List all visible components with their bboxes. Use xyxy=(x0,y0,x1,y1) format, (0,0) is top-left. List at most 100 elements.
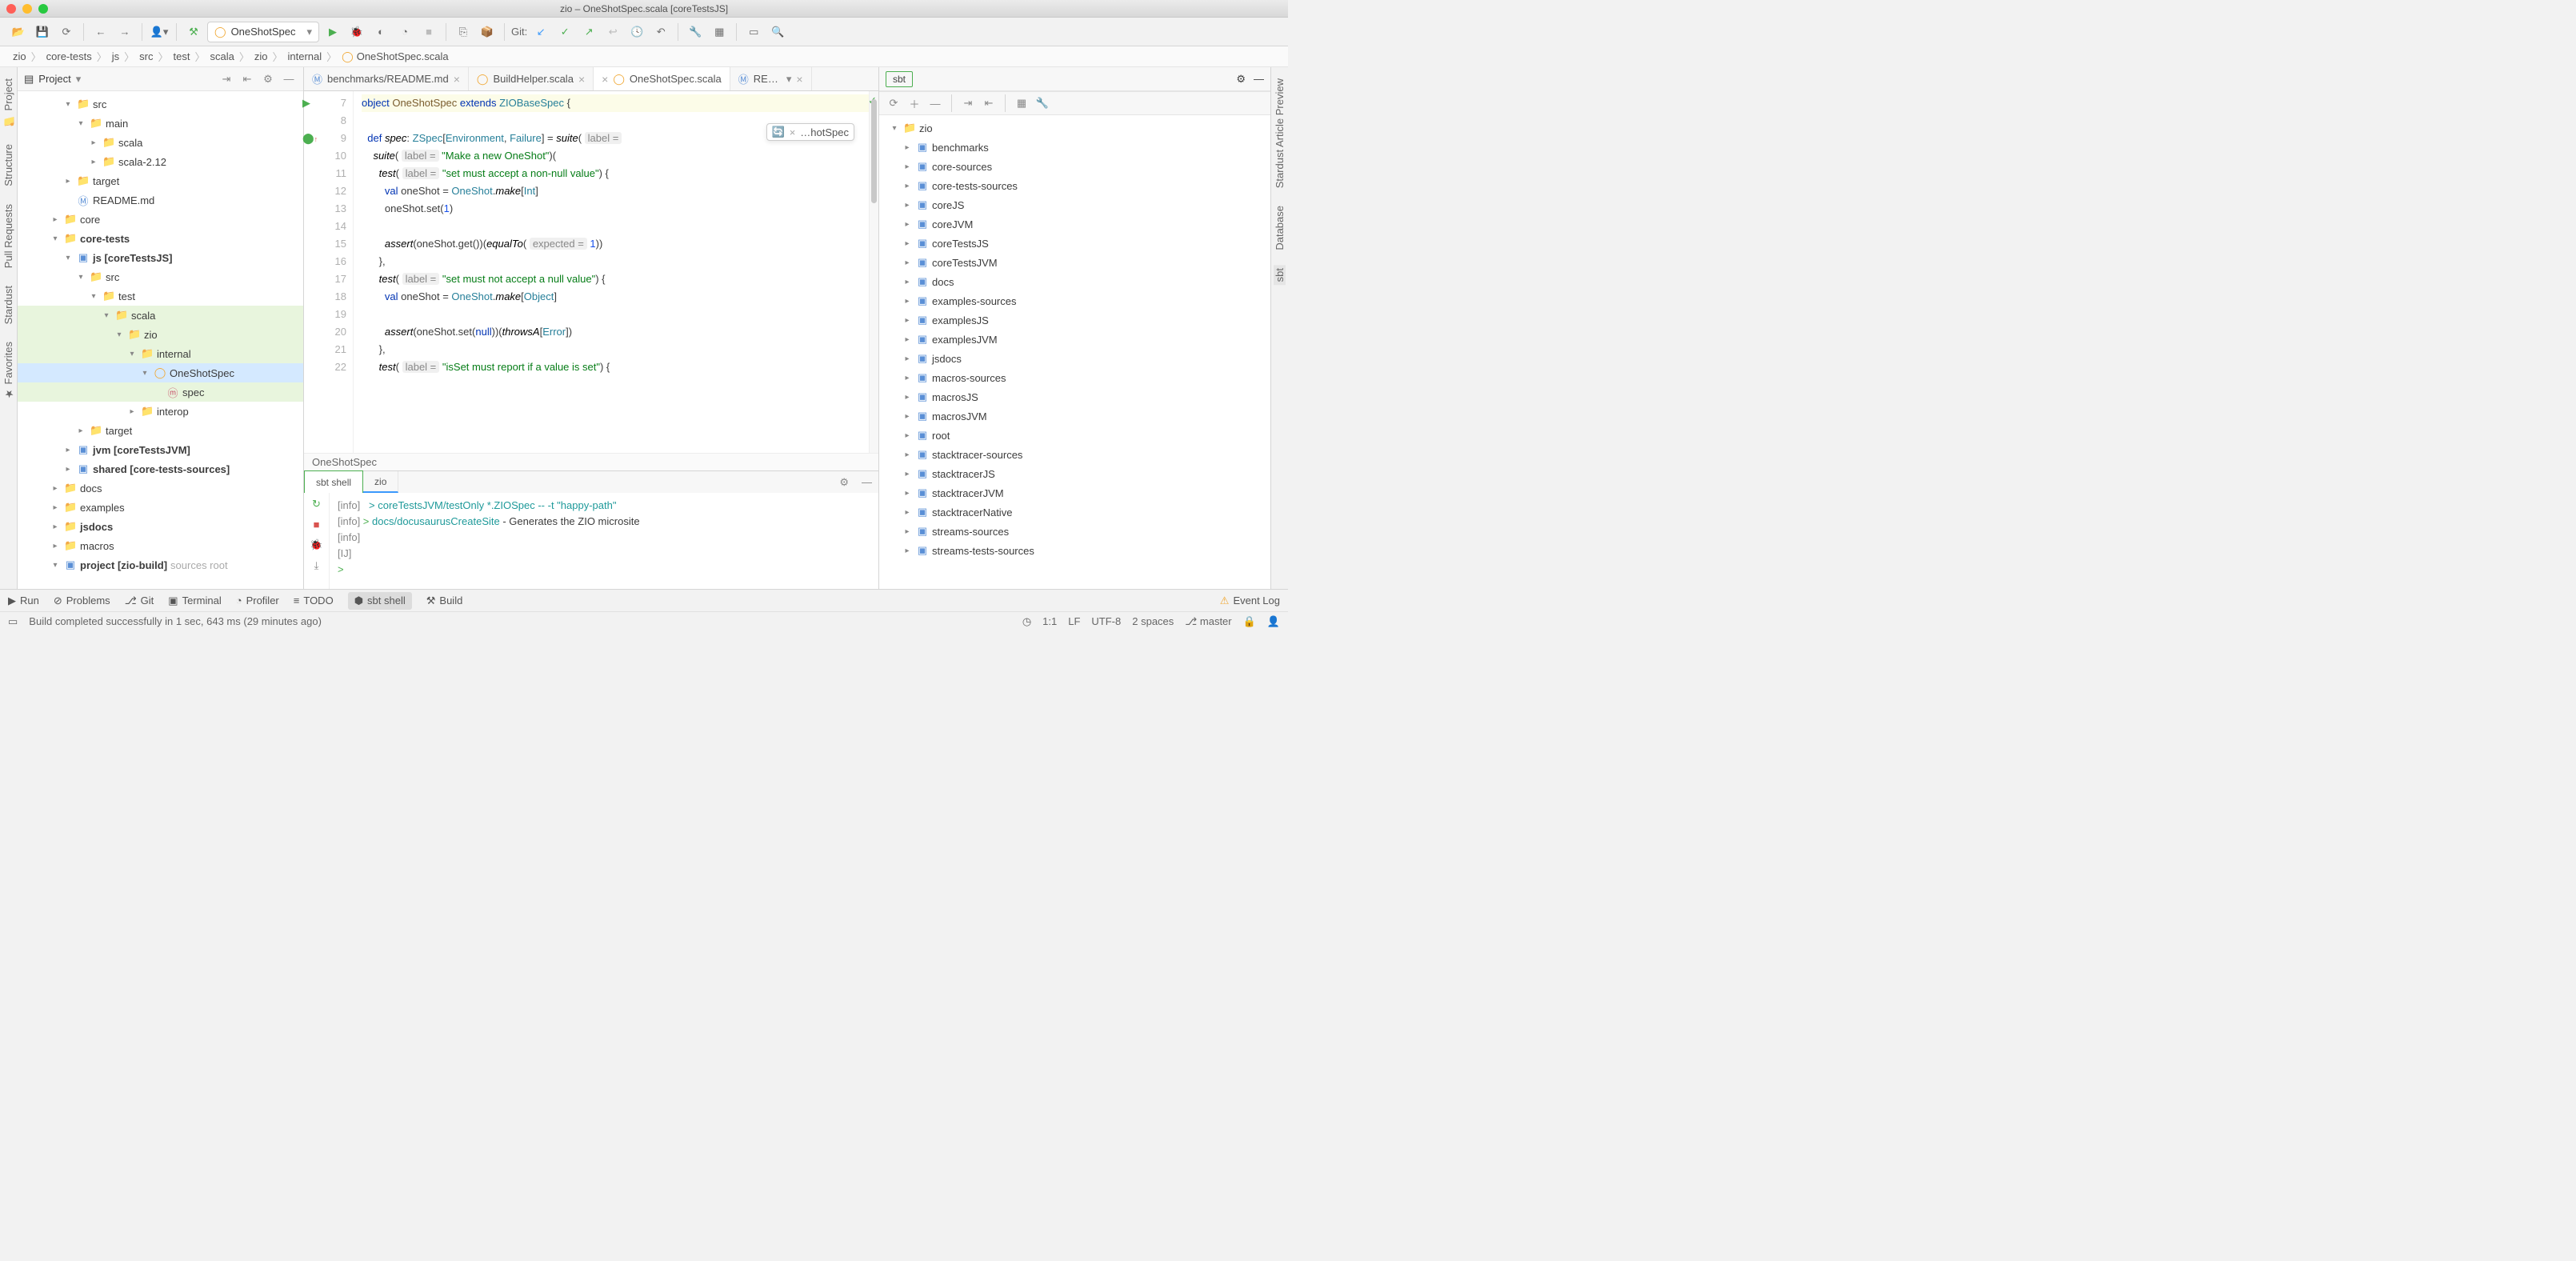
tree-node[interactable]: ▸▣coreTestsJS xyxy=(879,234,1270,253)
tree-node[interactable]: ▸▣stacktracer-sources xyxy=(879,445,1270,464)
notifications-icon[interactable]: 👤 xyxy=(1267,615,1280,628)
sbtshell-toolwindow[interactable]: ⬢ sbt shell xyxy=(348,592,412,610)
editor-tab[interactable]: ×◯OneShotSpec.scala xyxy=(594,67,730,90)
tree-node[interactable]: ▾◯OneShotSpec xyxy=(18,363,303,382)
stop-icon[interactable]: ■ xyxy=(314,518,320,530)
editor-tab[interactable]: Ⓜbenchmarks/README.md× xyxy=(304,67,469,90)
code-line[interactable]: val oneShot = OneShot.make[Int] xyxy=(362,182,869,200)
editor-tab[interactable]: ◯BuildHelper.scala× xyxy=(469,67,594,90)
tree-node[interactable]: ▸▣coreJS xyxy=(879,195,1270,214)
tree-node[interactable]: ▸▣examplesJS xyxy=(879,310,1270,330)
tree-node[interactable]: ▸📁target xyxy=(18,171,303,190)
collapse-icon[interactable]: ⇥ xyxy=(218,71,234,87)
tree-node[interactable]: ▸▣core-tests-sources xyxy=(879,176,1270,195)
tree-node[interactable]: ▾📁core-tests xyxy=(18,229,303,248)
vcs-push-icon[interactable]: ↗ xyxy=(578,22,599,42)
tree-node[interactable]: ▾📁zio xyxy=(879,118,1270,138)
tree-node[interactable]: ▸▣core-sources xyxy=(879,157,1270,176)
indent-setting[interactable]: 2 spaces xyxy=(1132,615,1174,627)
wrench-icon[interactable]: 🔧 xyxy=(1034,95,1050,111)
profiler-toolwindow[interactable]: ◔ Profiler xyxy=(236,594,279,606)
hide-icon[interactable]: — xyxy=(281,71,297,87)
add-icon[interactable]: ＋ xyxy=(906,95,922,111)
toolwindow-stardust-preview[interactable]: Stardust Article Preview xyxy=(1274,75,1286,191)
gear-icon[interactable]: ⚙ xyxy=(260,71,276,87)
editor-scrollbar[interactable]: ✓ xyxy=(869,91,878,453)
user-icon[interactable]: 👤▾ xyxy=(149,22,170,42)
expand-icon[interactable]: ⇥ xyxy=(960,95,976,111)
scrollbar-thumb[interactable] xyxy=(871,99,877,203)
maximize-window-button[interactable] xyxy=(38,4,48,14)
terminal-toolwindow[interactable]: ▣ Terminal xyxy=(168,594,221,607)
tree-node[interactable]: ▾📁src xyxy=(18,94,303,114)
vcs-update-icon[interactable]: ↙ xyxy=(530,22,551,42)
tree-node[interactable]: ▸▣examples-sources xyxy=(879,291,1270,310)
undo-icon[interactable]: ↶ xyxy=(650,22,671,42)
code-line[interactable]: assert(oneShot.get())(equalTo( expected … xyxy=(362,235,869,253)
presentation-icon[interactable]: ▭ xyxy=(743,22,764,42)
problems-toolwindow[interactable]: ⊘ Problems xyxy=(54,594,110,607)
tree-node[interactable]: ▾📁test xyxy=(18,286,303,306)
tree-node[interactable]: ▸▣stacktracerNative xyxy=(879,502,1270,522)
tree-node[interactable]: ▸▣macros-sources xyxy=(879,368,1270,387)
line-separator[interactable]: LF xyxy=(1068,615,1080,627)
code-line[interactable]: suite( label = "Make a new OneShot")( xyxy=(362,147,869,165)
toolwindow-favorites[interactable]: ★ Favorites xyxy=(2,338,14,402)
run-config-selector[interactable]: ◯ OneShotSpec ▾ xyxy=(207,22,319,42)
console-tab[interactable]: sbt shell xyxy=(304,470,363,493)
coverage-icon[interactable]: ◐ xyxy=(370,22,391,42)
tree-node[interactable]: ▸📁target xyxy=(18,421,303,440)
breadcrumb-item[interactable]: core-tests xyxy=(43,49,95,64)
search-icon[interactable]: 🔍 xyxy=(767,22,788,42)
todo-toolwindow[interactable]: ≡ TODO xyxy=(294,594,334,606)
tree-node[interactable]: ▸▣docs xyxy=(879,272,1270,291)
file-encoding[interactable]: UTF-8 xyxy=(1091,615,1121,627)
code-line[interactable] xyxy=(362,218,869,235)
tree-node[interactable]: ▸▣macrosJS xyxy=(879,387,1270,406)
collapse-icon[interactable]: ⇤ xyxy=(981,95,997,111)
tree-node[interactable]: ▸▣streams-tests-sources xyxy=(879,541,1270,560)
remove-icon[interactable]: — xyxy=(927,95,943,111)
code-line[interactable]: test( label = "set must accept a non-nul… xyxy=(362,165,869,182)
tree-node[interactable]: ▸▣stacktracerJVM xyxy=(879,483,1270,502)
attach-icon[interactable]: 🐞 xyxy=(310,538,322,551)
tree-node[interactable]: ▸📁scala xyxy=(18,133,303,152)
stop-icon[interactable]: ■ xyxy=(418,22,439,42)
tree-node[interactable]: ▾📁src xyxy=(18,267,303,286)
breadcrumb-item[interactable]: src xyxy=(136,49,156,64)
code-line[interactable]: }, xyxy=(362,341,869,358)
breadcrumb-item[interactable]: ◯ OneShotSpec.scala xyxy=(338,49,451,65)
hint-close-icon[interactable]: × xyxy=(790,126,796,138)
breadcrumb-item[interactable]: zio xyxy=(10,49,30,64)
expand-icon[interactable]: ⇤ xyxy=(239,71,255,87)
tree-node[interactable]: ▸📁jsdocs xyxy=(18,517,303,536)
console-tab[interactable]: zio xyxy=(363,471,398,493)
tree-node[interactable]: ▸📁interop xyxy=(18,402,303,421)
close-window-button[interactable] xyxy=(6,4,16,14)
event-log[interactable]: ⚠ Event Log xyxy=(1220,594,1280,607)
git-toolwindow[interactable]: ⎇ Git xyxy=(125,594,154,607)
code-line[interactable]: }, xyxy=(362,253,869,270)
debug-icon[interactable]: 🐞 xyxy=(346,22,367,42)
tree-node[interactable]: ▾📁scala xyxy=(18,306,303,325)
toolwindow-sbt[interactable]: sbt xyxy=(1274,265,1286,285)
tree-node[interactable]: ▾📁zio xyxy=(18,325,303,344)
back-icon[interactable]: ← xyxy=(90,22,111,42)
code-line[interactable]: test( label = "isSet must report if a va… xyxy=(362,358,869,376)
tree-node[interactable]: ▾▣project [zio-build] sources root xyxy=(18,555,303,574)
attach-icon[interactable]: ⎘ xyxy=(453,22,474,42)
tree-node[interactable]: ▸▣coreTestsJVM xyxy=(879,253,1270,272)
toolwindow-pullrequests[interactable]: Pull Requests xyxy=(2,201,14,271)
code-line[interactable]: object OneShotSpec extends ZIOBaseSpec { xyxy=(362,94,869,112)
tree-node[interactable]: ▸▣macrosJVM xyxy=(879,406,1270,426)
tree-node[interactable]: ▸📁macros xyxy=(18,536,303,555)
gear-icon[interactable]: ⚙ xyxy=(1236,73,1246,86)
editor-tab[interactable]: ⓂRE…▾× xyxy=(730,67,812,90)
toolwindow-structure[interactable]: Structure xyxy=(2,141,14,190)
lock-icon[interactable]: 🔒 xyxy=(1243,615,1256,628)
code-editor[interactable]: ▶78⬤↑910111213141516171819202122 object … xyxy=(304,91,878,453)
download-icon[interactable]: ⤓ xyxy=(314,559,319,572)
tree-node[interactable]: ▸▣streams-sources xyxy=(879,522,1270,541)
profile-icon[interactable]: ◔ xyxy=(394,22,415,42)
sbt-console[interactable]: ↻ ■ 🐞 ⤓ [info] > coreTestsJVM/testOnly *… xyxy=(304,493,878,589)
